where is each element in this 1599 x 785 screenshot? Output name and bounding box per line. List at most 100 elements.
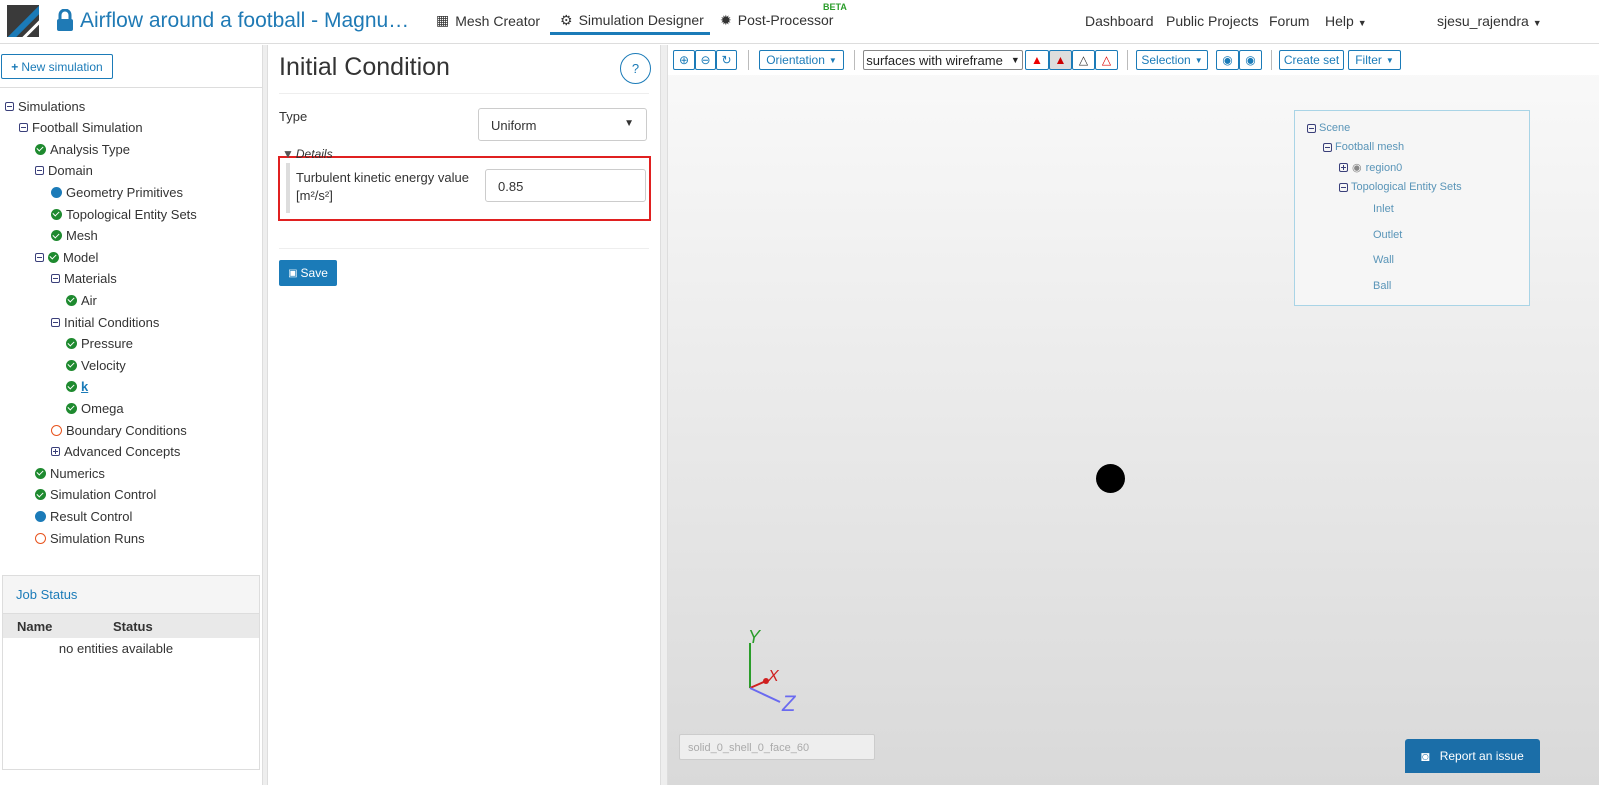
tree-item-model[interactable]: Model — [35, 248, 98, 266]
user-menu[interactable]: sjesu_rajendra ▼ — [1437, 13, 1542, 29]
scene-sets[interactable]: Topological Entity Sets — [1339, 181, 1462, 193]
tree-item-initial-conditions[interactable]: Initial Conditions — [51, 313, 159, 331]
column-name[interactable]: Name — [17, 619, 113, 634]
nav-forum[interactable]: Forum — [1269, 13, 1309, 29]
tree-item-advanced-concepts[interactable]: Advanced Concepts — [51, 443, 180, 461]
collapse-icon[interactable] — [19, 123, 28, 133]
type-select[interactable]: Uniform ▼ — [478, 108, 647, 141]
zoom-out-icon: ⊖ — [700, 53, 711, 67]
tree-item-omega[interactable]: Omega — [66, 399, 124, 417]
face-name-field[interactable]: solid_0_shell_0_face_60 — [679, 734, 875, 760]
nav-help[interactable]: Help ▼ — [1325, 13, 1367, 29]
tree-item-topological-entity-sets[interactable]: Topological Entity Sets — [51, 205, 197, 223]
selection-dropdown[interactable]: Selection ▼ — [1136, 50, 1208, 70]
wireframe-mode-button[interactable]: △ — [1072, 50, 1095, 70]
tree-item-label: Geometry Primitives — [66, 184, 184, 200]
expand-icon[interactable] — [1339, 163, 1348, 172]
details-toggle[interactable]: ▼ Details — [282, 147, 333, 161]
caret-down-icon: ▼ — [624, 118, 634, 129]
collapse-icon[interactable] — [5, 101, 14, 111]
tree-item-label: Topological Entity Sets — [66, 206, 197, 222]
check-circle-icon — [66, 381, 77, 393]
project-title[interactable]: Airflow around a football - Magnu… — [80, 9, 409, 33]
axes-triad: Y X Z — [748, 627, 797, 716]
scene-mesh[interactable]: Football mesh — [1323, 141, 1404, 153]
camera-icon: ◙ — [1421, 748, 1430, 764]
show-button[interactable]: ◉ — [1239, 50, 1262, 70]
scene-set-item[interactable]: Inlet — [1373, 203, 1394, 215]
tree-item-label: Materials — [64, 271, 117, 287]
scene-set-item[interactable]: Wall — [1373, 254, 1394, 266]
panel-splitter[interactable] — [660, 45, 668, 785]
tke-value-input[interactable]: 0.85 — [485, 169, 646, 202]
tree-item-numerics[interactable]: Numerics — [35, 464, 105, 482]
expand-icon[interactable] — [51, 447, 60, 457]
tree-item-velocity[interactable]: Velocity — [66, 356, 126, 374]
reset-view-button[interactable]: ↻ — [716, 50, 737, 70]
render-mode-select[interactable]: surfaces with wireframe ▼ — [863, 50, 1023, 70]
check-circle-icon — [66, 338, 77, 350]
new-simulation-button[interactable]: + New simulation — [1, 54, 113, 79]
tree-item-domain[interactable]: Domain — [35, 162, 93, 180]
hide-button[interactable]: ◉ — [1216, 50, 1239, 70]
scene-set-item[interactable]: Ball — [1373, 280, 1391, 292]
nav-mesh-creator[interactable]: ▦ Mesh Creator — [436, 12, 540, 29]
surfaces-mode-button[interactable]: ▲ — [1025, 50, 1049, 70]
collapse-icon[interactable] — [1307, 123, 1316, 133]
tree-item-football-simulation[interactable]: Football Simulation — [19, 119, 143, 137]
nav-simulation-designer[interactable]: ⚙ Simulation Designer — [550, 12, 710, 35]
points-mode-button[interactable]: △ — [1095, 50, 1118, 70]
zoom-in-button[interactable]: ⊕ — [673, 50, 695, 70]
nav-post-processor[interactable]: ✹ Post-Processor — [720, 12, 833, 29]
scene-region[interactable]: ◉ region0 — [1339, 161, 1402, 174]
tree-item-materials[interactable]: Materials — [51, 270, 117, 288]
tree-item-k[interactable]: k — [66, 378, 88, 396]
collapse-icon[interactable] — [35, 252, 44, 262]
plus-icon: + — [11, 59, 19, 74]
app-logo[interactable] — [7, 5, 39, 37]
solid-cone-icon: ▲ — [1031, 53, 1043, 67]
scene-root[interactable]: Scene — [1307, 122, 1350, 134]
collapse-icon[interactable] — [35, 166, 44, 176]
caret-down-icon: ▼ — [828, 55, 837, 65]
collapse-icon[interactable] — [1339, 182, 1348, 192]
tree-item-analysis-type[interactable]: Analysis Type — [35, 140, 130, 158]
grid-icon: ▦ — [436, 12, 450, 28]
tree-item-simulation-runs[interactable]: Simulation Runs — [35, 529, 145, 547]
empty-message: no entities available — [58, 641, 174, 656]
zoom-out-button[interactable]: ⊖ — [695, 50, 716, 70]
3d-viewer[interactable]: ⊕ ⊖ ↻ Orientation ▼ surfaces with wirefra… — [668, 45, 1599, 785]
save-button[interactable]: ▣ Save — [279, 260, 337, 286]
check-circle-icon — [35, 143, 46, 155]
job-status-title: Job Status — [3, 576, 259, 614]
help-button[interactable]: ? — [620, 53, 651, 84]
nav-public-projects[interactable]: Public Projects — [1166, 13, 1259, 29]
column-status[interactable]: Status — [113, 619, 153, 634]
tree-item-boundary-conditions[interactable]: Boundary Conditions — [51, 421, 187, 439]
status-ring-icon — [51, 424, 62, 436]
tree-item-result-control[interactable]: Result Control — [35, 507, 132, 525]
wireframe-surfaces-mode-button[interactable]: ▲ — [1049, 50, 1072, 70]
caret-down-icon: ▼ — [1385, 55, 1394, 65]
collapse-icon[interactable] — [51, 317, 60, 327]
tree-item-air[interactable]: Air — [66, 291, 97, 309]
tree-item-pressure[interactable]: Pressure — [66, 335, 133, 353]
create-set-button[interactable]: Create set — [1279, 50, 1344, 70]
football-model[interactable] — [1096, 464, 1125, 493]
eye-icon[interactable]: ◉ — [1352, 161, 1362, 174]
nav-dashboard[interactable]: Dashboard — [1085, 13, 1154, 29]
tree-item-simulations[interactable]: Simulations — [5, 97, 85, 115]
scene-tree: Scene Football mesh ◉ region0 Topological… — [1294, 110, 1530, 306]
tree-item-mesh[interactable]: Mesh — [51, 227, 98, 245]
collapse-icon[interactable] — [51, 274, 60, 284]
orientation-dropdown[interactable]: Orientation ▼ — [759, 50, 844, 70]
report-issue-button[interactable]: ◙ Report an issue — [1405, 739, 1540, 773]
top-header: Airflow around a football - Magnu… ▦ Mesh… — [0, 0, 1599, 44]
check-circle-icon — [48, 251, 59, 263]
separator — [1127, 50, 1128, 70]
collapse-icon[interactable] — [1323, 142, 1332, 152]
tree-item-geometry-primitives[interactable]: Geometry Primitives — [51, 183, 183, 201]
tree-item-simulation-control[interactable]: Simulation Control — [35, 486, 156, 504]
filter-dropdown[interactable]: Filter ▼ — [1348, 50, 1401, 70]
scene-set-item[interactable]: Outlet — [1373, 229, 1402, 241]
